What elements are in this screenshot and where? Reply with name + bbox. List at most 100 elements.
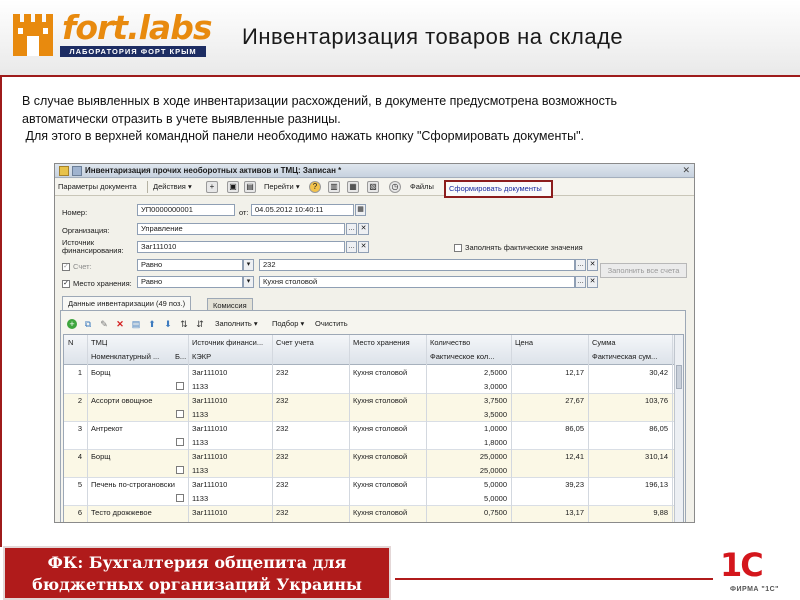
row-account: 232: [276, 368, 289, 377]
add-row-icon[interactable]: +: [67, 319, 77, 329]
fin-source-field[interactable]: Заг111010: [137, 241, 345, 253]
clear-icon[interactable]: ✕: [358, 223, 369, 235]
tower-icon: [13, 14, 53, 56]
footer-divider: [395, 578, 713, 580]
account-checkbox[interactable]: ✓: [62, 263, 70, 271]
row-number: 2: [77, 396, 82, 405]
row-number: 1: [77, 368, 82, 377]
tab-commission[interactable]: Комиссия: [207, 298, 253, 310]
calendar-icon[interactable]: ▦: [355, 204, 366, 216]
params-button[interactable]: Параметры документа: [58, 182, 137, 191]
select-icon[interactable]: …: [575, 259, 586, 271]
row-tmc: Тесто дрожжевое: [91, 508, 152, 517]
footer-title: ФК: Бухгалтерия общепита для бюджетных о…: [3, 546, 391, 600]
col-nomen: Номенклатурный ...: [91, 352, 160, 361]
row-account: 232: [276, 452, 289, 461]
form-documents-button[interactable]: Сформировать документы: [444, 180, 553, 198]
row-tmc: Антрекот: [91, 424, 123, 433]
tab-inventory-data[interactable]: Данные инвентаризации (49 поз.): [62, 296, 192, 310]
storage-checkbox[interactable]: ✓: [62, 280, 70, 288]
select-icon[interactable]: …: [346, 241, 357, 253]
row-checkbox[interactable]: [176, 494, 184, 502]
close-icon[interactable]: ✕: [682, 165, 690, 176]
fortlabs-logo: fort.labs ЛАБОРАТОРИЯ ФОРТ КРЫМ: [8, 8, 212, 62]
storage-value-field[interactable]: Кухня столовой: [259, 276, 575, 288]
table-row[interactable]: 6 Тесто дрожжевое Заг111010 1133 232 Кухня ст…: [64, 506, 683, 523]
table-header: N ТМЦ Номенклатурный ... Б... Источник ф…: [64, 335, 683, 365]
org-field[interactable]: Управление: [137, 223, 345, 235]
row-sum: 86,05: [649, 424, 668, 433]
sort-desc-icon[interactable]: ⇵: [195, 319, 205, 329]
chevron-down-icon[interactable]: ▾: [243, 276, 254, 288]
table-row[interactable]: 1 Борщ Заг111010 1133 232 Кухня столовой 2,500…: [64, 366, 683, 394]
col-tmc: ТМЦ: [91, 338, 108, 347]
fill-all-accounts-button[interactable]: Заполнить все счета: [600, 263, 687, 278]
goto-menu[interactable]: Перейти ▾: [264, 182, 300, 191]
sort-asc-icon[interactable]: ⇅: [179, 319, 189, 329]
row-checkbox[interactable]: [176, 382, 184, 390]
page-title: Инвентаризация товаров на складе: [242, 24, 624, 49]
row-sum: 310,14: [645, 452, 668, 461]
row-number: 5: [77, 480, 82, 489]
select-menu[interactable]: Подбор ▾: [272, 319, 304, 328]
actions-menu[interactable]: Действия ▾: [153, 182, 192, 191]
clear-icon[interactable]: ✕: [587, 259, 598, 271]
fill-menu[interactable]: Заполнить ▾: [215, 319, 258, 328]
clear-icon[interactable]: ✕: [587, 276, 598, 288]
row-fin-source: Заг111010: [192, 396, 228, 405]
scroll-thumb[interactable]: [676, 365, 682, 389]
table-row[interactable]: 5 Печень по-строгановски Заг111010 1133 232 К…: [64, 478, 683, 506]
clear-icon[interactable]: ✕: [358, 241, 369, 253]
print-icon[interactable]: ▤: [244, 181, 256, 193]
table-row[interactable]: 2 Ассорти овощное Заг111010 1133 232 Кухня ст…: [64, 394, 683, 422]
row-number: 6: [77, 508, 82, 517]
intro-line-1: В случае выявленных в ходе инвентаризаци…: [22, 94, 618, 108]
table-row[interactable]: 3 Антрекот Заг111010 1133 232 Кухня столовой 1…: [64, 422, 683, 450]
row-checkbox[interactable]: [176, 466, 184, 474]
fill-actual-checkbox[interactable]: [454, 244, 462, 252]
row-sum: 103,76: [645, 396, 668, 405]
select-icon[interactable]: …: [575, 276, 586, 288]
table-scrollbar[interactable]: [674, 335, 683, 522]
subordinate-icon[interactable]: ▦: [347, 181, 359, 193]
clear-button[interactable]: Очистить: [315, 319, 348, 328]
logo-text: fort.labs: [62, 8, 212, 47]
structure-icon[interactable]: ▥: [328, 181, 340, 193]
row-qty: 2,5000: [484, 368, 507, 377]
row-account: 232: [276, 480, 289, 489]
clock-icon[interactable]: ◷: [389, 181, 401, 193]
end-edit-icon[interactable]: ▤: [131, 319, 141, 329]
row-qty: 0,7500: [484, 508, 507, 517]
move-down-icon[interactable]: ⬇: [163, 319, 173, 329]
account-value-field[interactable]: 232: [259, 259, 575, 271]
number-field[interactable]: УП0000000001: [137, 204, 235, 216]
window-title: Инвентаризация прочих необоротных активо…: [85, 166, 342, 175]
edit-icon[interactable]: ✎: [99, 319, 109, 329]
row-qty: 5,0000: [484, 480, 507, 489]
add-icon[interactable]: +: [206, 181, 218, 193]
row-checkbox[interactable]: [176, 438, 184, 446]
journal-icon[interactable]: ▧: [367, 181, 379, 193]
row-actual-qty: 1,8000: [484, 438, 507, 447]
intro-line-2: автоматически отразить в учете выявленны…: [22, 111, 341, 126]
row-fin-source: Заг111010: [192, 452, 228, 461]
chevron-down-icon[interactable]: ▾: [243, 259, 254, 271]
fill-actual-label: Заполнять фактические значения: [465, 243, 583, 252]
help-icon[interactable]: ?: [309, 181, 321, 193]
storage-condition[interactable]: Равно: [137, 276, 243, 288]
select-icon[interactable]: …: [346, 223, 357, 235]
date-field[interactable]: 04.05.2012 10:40:11: [251, 204, 354, 216]
move-up-icon[interactable]: ⬆: [147, 319, 157, 329]
table-row[interactable]: 4 Борщ Заг111010 1133 232 Кухня столовой 25,00…: [64, 450, 683, 478]
grid-line: [349, 335, 350, 522]
row-kekv: 1133: [192, 438, 209, 447]
row-checkbox[interactable]: [176, 522, 184, 523]
delete-icon[interactable]: ✕: [115, 319, 125, 329]
account-condition[interactable]: Равно: [137, 259, 243, 271]
row-checkbox[interactable]: [176, 410, 184, 418]
copy-icon[interactable]: ⧉: [83, 319, 93, 329]
row-kekv: 1133: [192, 382, 209, 391]
row-price: 39,23: [565, 480, 584, 489]
files-button[interactable]: Файлы: [410, 182, 434, 191]
post-icon[interactable]: ▣: [227, 181, 239, 193]
